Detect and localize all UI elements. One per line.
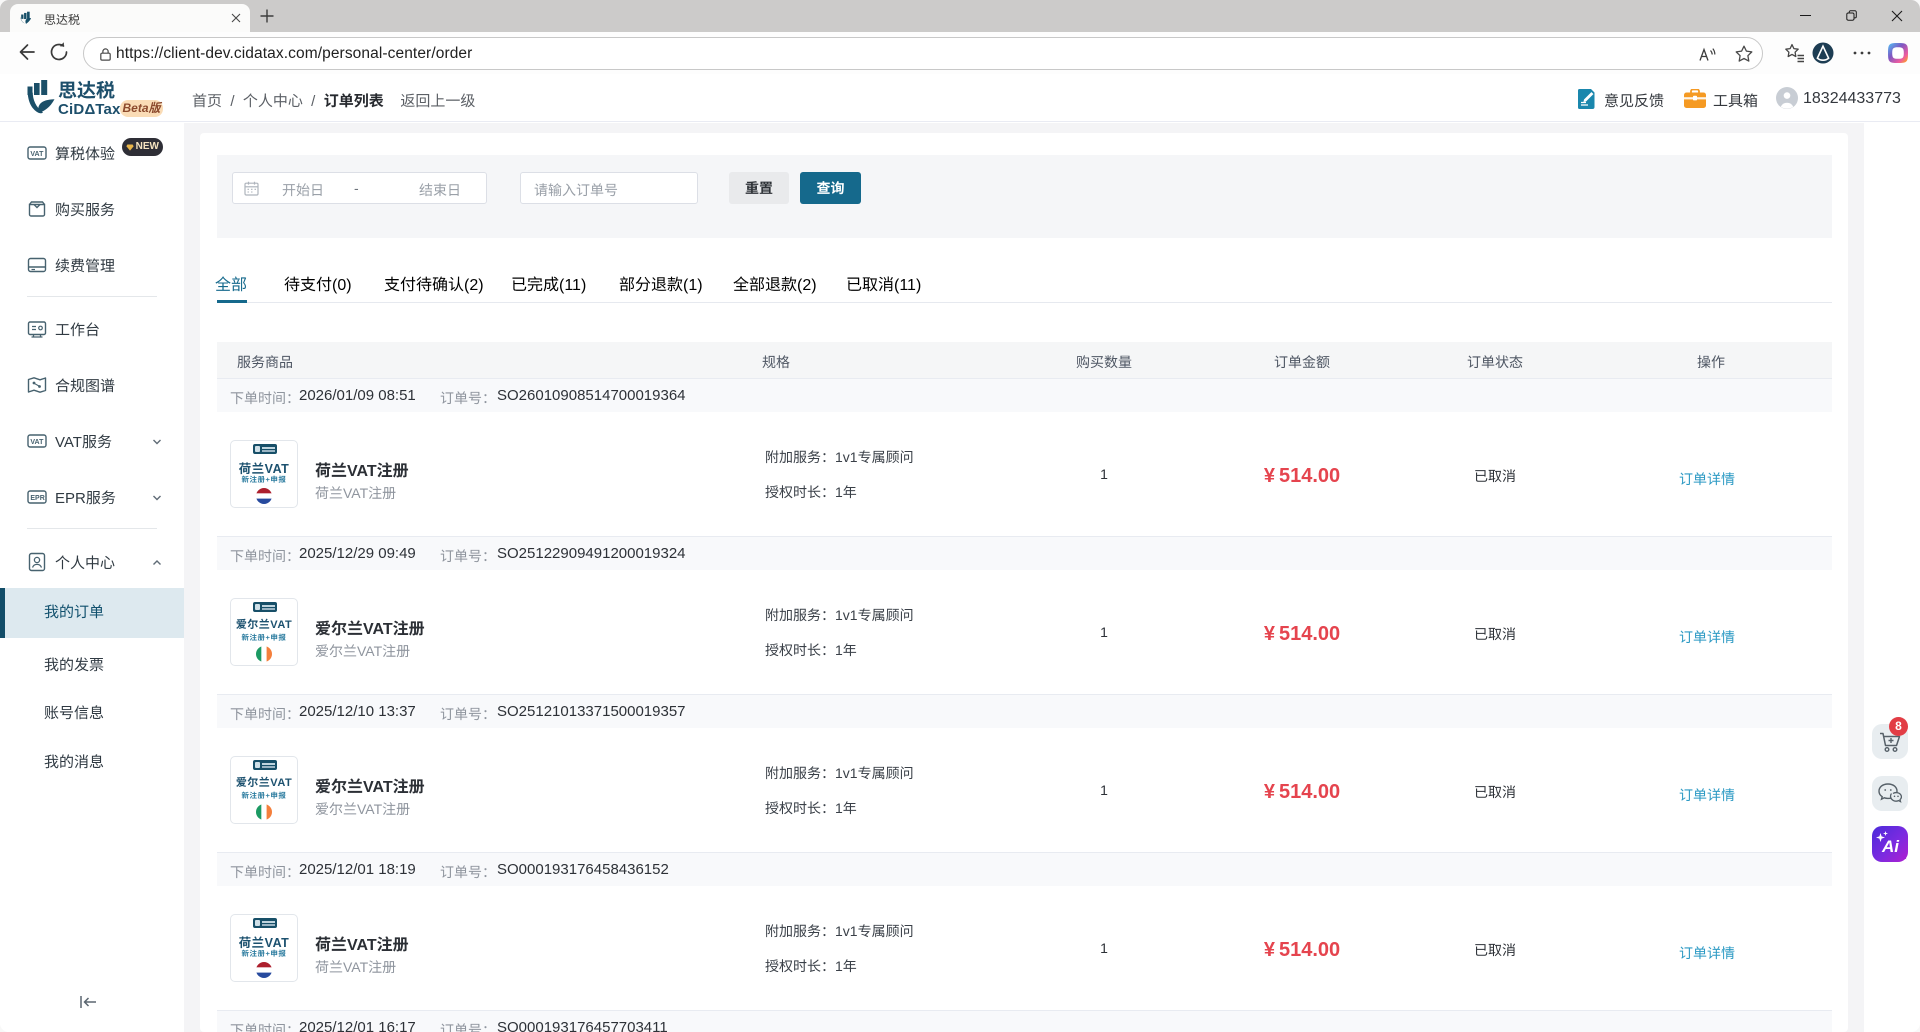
svg-text:EPR: EPR: [30, 495, 44, 502]
svg-text:VAT: VAT: [30, 439, 44, 446]
svg-text:Ai: Ai: [1881, 837, 1900, 856]
svg-text:VAT: VAT: [30, 151, 44, 158]
